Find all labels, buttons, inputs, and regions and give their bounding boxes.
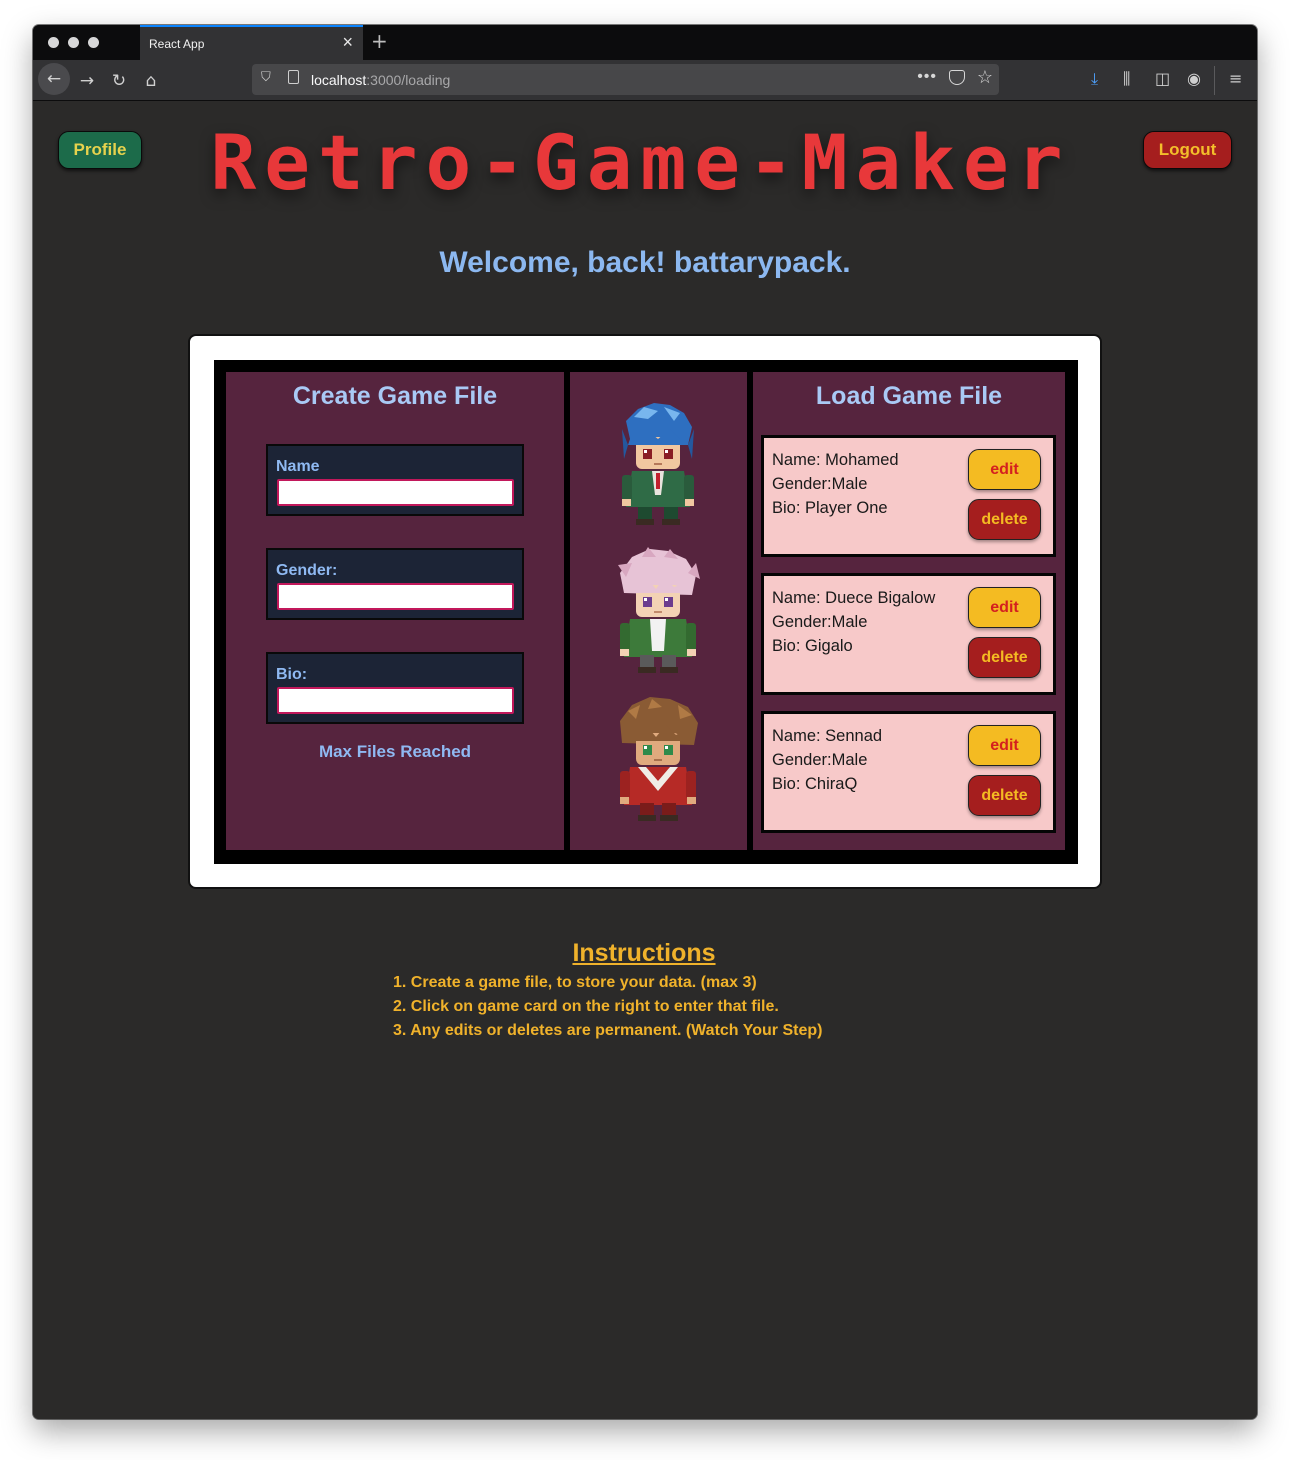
library-icon[interactable]: ⫼ xyxy=(1123,69,1130,89)
instruction-step: 3. Any edits or deletes are permanent. (… xyxy=(393,1022,823,1039)
bio-label: Bio: xyxy=(276,666,308,683)
close-icon[interactable]: × xyxy=(342,32,353,53)
game-file-card-1[interactable]: Name: Mohamed Gender:Male Bio: Player On… xyxy=(761,435,1056,557)
tab-title: React App xyxy=(149,37,205,51)
edit-button[interactable]: edit xyxy=(968,449,1041,490)
edit-button[interactable]: edit xyxy=(968,587,1041,628)
file-name: Name: Duece Bigalow xyxy=(772,589,936,607)
game-file-frame: Create Game File Name Gender: Bio: Max F… xyxy=(214,360,1078,864)
file-bio: Bio: Gigalo xyxy=(772,637,853,655)
edit-button[interactable]: edit xyxy=(968,725,1041,766)
game-file-card: Create Game File Name Gender: Bio: Max F… xyxy=(188,334,1102,889)
tab-react-app[interactable]: React App × xyxy=(140,25,363,60)
file-gender: Gender:Male xyxy=(772,475,868,493)
bookmark-star-icon[interactable]: ☆ xyxy=(977,67,993,88)
navigation-bar: ← → ↻ ⌂ ⛉ localhost:3000/loading ••• ☆ ⤓… xyxy=(33,60,1257,101)
file-bio: Bio: ChiraQ xyxy=(772,775,858,793)
character-sprites-panel xyxy=(570,372,747,850)
instructions-section: Instructions 1. Create a game file, to s… xyxy=(393,939,913,1043)
delete-button[interactable]: delete xyxy=(968,637,1041,678)
gender-field: Gender: xyxy=(266,548,524,620)
name-field: Name xyxy=(266,444,524,516)
url-bar[interactable]: ⛉ localhost:3000/loading ••• ☆ xyxy=(252,64,999,95)
welcome-message: Welcome, back! battarypack. xyxy=(439,246,851,279)
blue-haired-hero-sprite xyxy=(622,403,694,525)
gender-label: Gender: xyxy=(276,562,338,579)
pocket-icon[interactable] xyxy=(949,70,965,85)
reload-icon[interactable]: ↻ xyxy=(104,67,134,95)
pink-haired-hero-sprite xyxy=(618,547,700,673)
url-text: localhost:3000/loading xyxy=(311,72,451,88)
file-gender: Gender:Male xyxy=(772,613,868,631)
page-title: Retro-Game-Maker xyxy=(210,118,1071,207)
maximize-window-dot[interactable] xyxy=(88,37,99,48)
minimize-window-dot[interactable] xyxy=(68,37,79,48)
more-actions-icon[interactable]: ••• xyxy=(917,68,937,86)
load-panel-title: Load Game File xyxy=(815,382,1003,410)
file-gender: Gender:Male xyxy=(772,751,868,769)
sidebar-icon[interactable]: ◫ xyxy=(1155,69,1170,88)
page-content: Profile Retro-Game-Maker Logout Welcome,… xyxy=(33,101,1257,1419)
logout-button[interactable]: Logout xyxy=(1143,131,1232,169)
game-file-info: Name: Mohamed Gender:Male Bio: Player On… xyxy=(772,448,899,520)
bio-input[interactable] xyxy=(277,687,514,714)
file-name: Name: Sennad xyxy=(772,727,883,745)
brown-haired-hero-sprite xyxy=(620,697,698,821)
home-icon[interactable]: ⌂ xyxy=(136,67,166,95)
create-panel-title: Create Game File xyxy=(292,382,498,410)
delete-button[interactable]: delete xyxy=(968,499,1041,540)
game-file-info: Name: Duece Bigalow Gender:Male Bio: Gig… xyxy=(772,586,935,658)
game-file-card-2[interactable]: Name: Duece Bigalow Gender:Male Bio: Gig… xyxy=(761,573,1056,695)
forward-arrow-icon[interactable]: → xyxy=(72,67,102,95)
delete-button[interactable]: delete xyxy=(968,775,1041,816)
download-icon[interactable]: ⤓ xyxy=(1091,69,1098,89)
create-game-file-panel: Create Game File Name Gender: Bio: Max F… xyxy=(226,372,564,850)
instruction-step: 2. Click on game card on the right to en… xyxy=(393,998,779,1015)
load-game-file-panel: Load Game File Name: Mohamed Gender:Male… xyxy=(753,372,1065,850)
menu-icon[interactable]: ≡ xyxy=(1229,69,1242,88)
max-files-status: Max Files Reached xyxy=(318,742,472,761)
gender-input[interactable] xyxy=(277,583,514,610)
close-window-dot[interactable] xyxy=(48,37,59,48)
new-tab-icon[interactable]: + xyxy=(371,29,388,53)
name-label: Name xyxy=(276,458,320,475)
game-file-info: Name: Sennad Gender:Male Bio: ChiraQ xyxy=(772,724,882,796)
back-arrow-icon[interactable]: ← xyxy=(38,63,70,95)
name-input[interactable] xyxy=(277,479,514,506)
game-file-card-3[interactable]: Name: Sennad Gender:Male Bio: ChiraQ edi… xyxy=(761,711,1056,833)
account-icon[interactable]: ◉ xyxy=(1187,69,1201,88)
file-name: Name: Mohamed xyxy=(772,451,899,469)
tab-bar: React App × + xyxy=(33,25,1257,60)
instruction-step: 1. Create a game file, to store your dat… xyxy=(393,974,757,991)
browser-window: React App × + ← → ↻ ⌂ ⛉ localhost:3000/l… xyxy=(33,25,1257,1419)
instructions-title: Instructions xyxy=(572,939,716,967)
toolbar-separator xyxy=(1214,66,1215,95)
page-info-icon[interactable] xyxy=(288,70,299,84)
shield-icon[interactable]: ⛉ xyxy=(261,69,271,85)
bio-field: Bio: xyxy=(266,652,524,724)
profile-button[interactable]: Profile xyxy=(58,131,142,169)
file-bio: Bio: Player One xyxy=(772,499,888,517)
